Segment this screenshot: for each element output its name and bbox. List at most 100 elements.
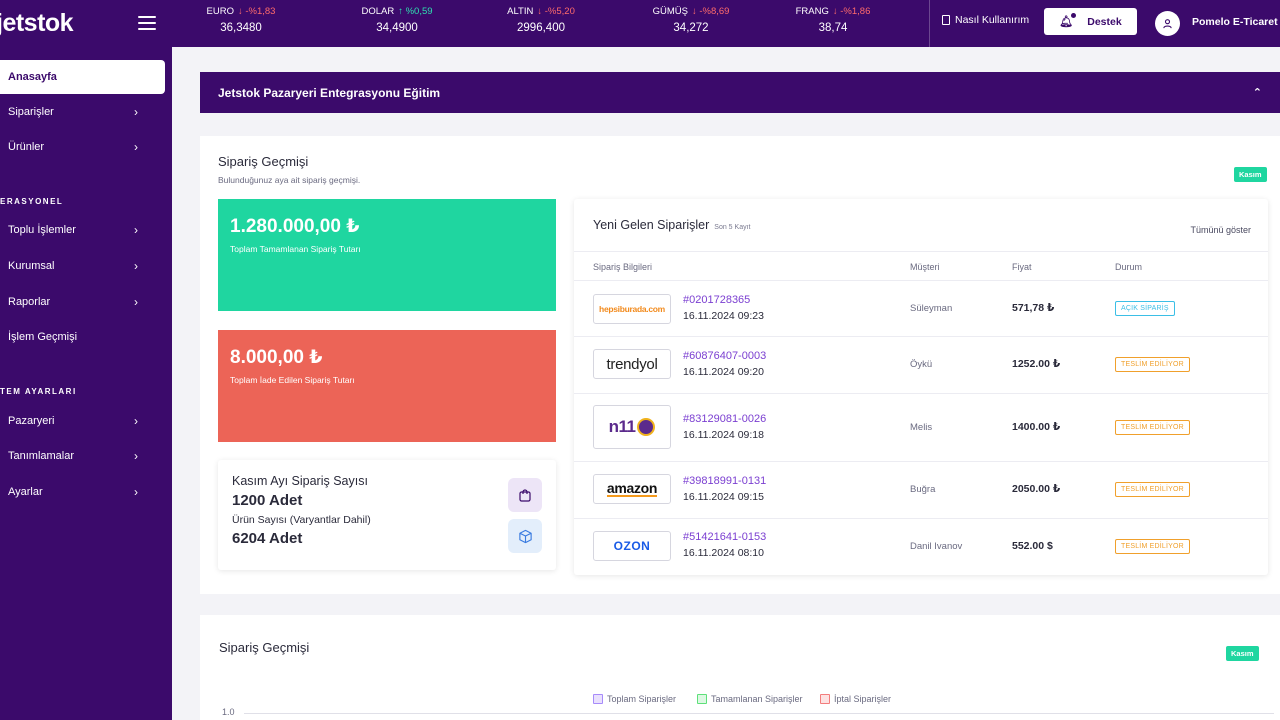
legend-swatch bbox=[697, 694, 707, 704]
order-number[interactable]: #51421641-0153 bbox=[683, 531, 766, 543]
user-name[interactable]: Pomelo E-Ticaret bbox=[1192, 16, 1278, 28]
new-orders-title: Yeni Gelen Siparişler bbox=[593, 218, 710, 232]
trendyol-logo: trendyol bbox=[593, 349, 671, 379]
ticker-altin: ALTIN ↓ -%5,20 2996,400 bbox=[486, 6, 596, 34]
completed-total-value: 1.280.000,00 ₺ bbox=[230, 216, 360, 237]
user-avatar-icon[interactable] bbox=[1155, 11, 1180, 36]
marketplace-logo-text: hepsiburada.com bbox=[599, 304, 665, 314]
legend-label: Toplam Siparişler bbox=[607, 694, 677, 704]
status-badge: TESLİM EDİLİYOR bbox=[1115, 539, 1190, 554]
legend-label: İptal Siparişler bbox=[834, 694, 892, 704]
topbar: EURO ↓ -%1,83 36,3480 DOLAR ↑ %0,59 34,490… bbox=[172, 0, 1280, 47]
order-price: 2050.00 ₺ bbox=[1012, 483, 1061, 495]
n11-mascot-icon bbox=[637, 418, 656, 436]
table-row[interactable]: amazon #39818991-0131 16.11.2024 09:15 B… bbox=[574, 462, 1268, 519]
ticker-value: 2996,400 bbox=[517, 22, 565, 34]
ticker-name: FRANG bbox=[795, 6, 829, 17]
sidebar-item-label: Ayarlar bbox=[8, 486, 43, 498]
hamburger-menu-icon[interactable] bbox=[138, 16, 156, 30]
chevron-right-icon: › bbox=[134, 485, 138, 499]
ticker-value: 34,4900 bbox=[376, 22, 418, 34]
product-count-label: Ürün Sayısı (Varyantlar Dahil) bbox=[232, 514, 371, 526]
order-history-subtitle: Bulunduğunuz aya ait sipariş geçmişi. bbox=[218, 175, 361, 185]
sidebar-item-anasayfa[interactable]: Anasayfa bbox=[0, 60, 165, 94]
order-price: 1400.00 ₺ bbox=[1012, 421, 1061, 433]
order-date: 16.11.2024 09:18 bbox=[683, 429, 764, 441]
order-number[interactable]: #83129081-0026 bbox=[683, 413, 766, 425]
ticker-change: ↓ -%8,69 bbox=[691, 6, 730, 17]
sidebar-item-ayarlar[interactable]: Ayarlar › bbox=[0, 480, 160, 504]
sidebar-item-urunler[interactable]: Ürünler › bbox=[0, 135, 160, 159]
refund-total-label: Toplam İade Edilen Sipariş Tutarı bbox=[230, 375, 355, 385]
chevron-up-icon[interactable]: ⌃ bbox=[1253, 86, 1262, 99]
column-header: Müşteri bbox=[910, 262, 940, 272]
legend-swatch bbox=[593, 694, 603, 704]
chart-gridline bbox=[244, 713, 1274, 714]
chevron-right-icon: › bbox=[134, 295, 138, 309]
chevron-right-icon: › bbox=[134, 449, 138, 463]
ticker-name: GÜMÜŞ bbox=[652, 6, 688, 17]
sidebar-item-raporlar[interactable]: Raporlar › bbox=[0, 290, 160, 314]
order-history-chart-card: Sipariş Geçmişi Kasım bbox=[200, 615, 1280, 720]
refund-total-card: 8.000,00 ₺ Toplam İade Edilen Sipariş Tu… bbox=[218, 330, 556, 442]
jetstok-logo[interactable]: jetstok bbox=[0, 9, 74, 38]
how-to-use-link[interactable]: Nasıl Kullanırım bbox=[942, 14, 1029, 26]
ticker-value: 34,272 bbox=[673, 22, 709, 34]
legend-item-cancelled[interactable]: İptal Siparişler bbox=[820, 694, 891, 704]
order-number[interactable]: #0201728365 bbox=[683, 294, 750, 306]
sidebar-item-tanimlamalar[interactable]: Tanımlamalar › bbox=[0, 444, 160, 468]
sidebar-item-toplu-islemler[interactable]: Toplu İşlemler › bbox=[0, 218, 160, 242]
sidebar-section-sistem-ayarlari: TEM AYARLARI bbox=[0, 387, 77, 396]
completed-total-label: Toplam Tamamlanan Sipariş Tutarı bbox=[230, 244, 361, 254]
sidebar-item-label: Kurumsal bbox=[8, 260, 55, 272]
training-banner[interactable]: Jetstok Pazaryeri Entegrasyonu Eğitim ⌃ bbox=[200, 72, 1280, 113]
sidebar-item-label: Pazaryeri bbox=[8, 415, 55, 427]
table-row[interactable]: hepsiburada.com #0201728365 16.11.2024 0… bbox=[574, 281, 1268, 337]
order-count-label: Kasım Ayı Sipariş Sayısı bbox=[232, 474, 368, 488]
customer-name: Süleyman bbox=[910, 303, 953, 314]
order-number[interactable]: #60876407-0003 bbox=[683, 350, 766, 362]
customer-name: Melis bbox=[910, 422, 933, 433]
support-button[interactable]: 🔔︎ Destek bbox=[1044, 8, 1137, 35]
month-badge[interactable]: Kasım bbox=[1234, 167, 1267, 182]
how-to-use-label: Nasıl Kullanırım bbox=[955, 14, 1030, 26]
chevron-right-icon: › bbox=[134, 105, 138, 119]
ticker-value: 38,74 bbox=[818, 22, 848, 34]
ozon-logo: OZON bbox=[593, 531, 671, 561]
order-date: 16.11.2024 09:15 bbox=[683, 491, 764, 503]
ticker-euro: EURO ↓ -%1,83 36,3480 bbox=[186, 6, 296, 34]
ticker-name: DOLAR bbox=[361, 6, 395, 17]
sidebar-item-islem-gecmisi[interactable]: İşlem Geçmişi bbox=[0, 325, 160, 349]
logo-row: jetstok bbox=[0, 0, 172, 46]
status-badge: TESLİM EDİLİYOR bbox=[1115, 420, 1190, 435]
table-row[interactable]: n11 #83129081-0026 16.11.2024 09:18 Meli… bbox=[574, 394, 1268, 462]
sidebar-item-label: İşlem Geçmişi bbox=[8, 331, 78, 343]
table-row[interactable]: OZON #51421641-0153 16.11.2024 08:10 Dan… bbox=[574, 519, 1268, 575]
chart-y-tick: 1.0 bbox=[222, 707, 235, 717]
sidebar-item-label: Siparişler bbox=[8, 106, 54, 118]
order-number[interactable]: #39818991-0131 bbox=[683, 475, 766, 487]
marketplace-logo-text: amazon bbox=[606, 480, 658, 497]
legend-item-total[interactable]: Toplam Siparişler bbox=[593, 694, 676, 704]
new-orders-header: Yeni Gelen Siparişler Son 5 Kayıt bbox=[593, 218, 750, 232]
order-count-card: Kasım Ayı Sipariş Sayısı 1200 Adet Ürün … bbox=[218, 460, 556, 570]
ticker-dolar: DOLAR ↑ %0,59 34,4900 bbox=[342, 6, 452, 34]
table-row[interactable]: trendyol #60876407-0003 16.11.2024 09:20… bbox=[574, 337, 1268, 394]
order-price: 552.00 $ bbox=[1012, 540, 1053, 552]
document-icon bbox=[942, 15, 950, 25]
sidebar-item-siparisler[interactable]: Siparişler › bbox=[0, 100, 160, 124]
chart-card-title: Sipariş Geçmişi bbox=[219, 640, 310, 655]
show-all-link[interactable]: Tümünü göster bbox=[1190, 225, 1251, 235]
chart-month-badge[interactable]: Kasım bbox=[1226, 646, 1259, 661]
ticker-change: ↓ -%1,86 bbox=[832, 6, 871, 17]
sidebar-item-label: Toplu İşlemler bbox=[8, 224, 76, 236]
sidebar-item-label: Tanımlamalar bbox=[8, 450, 75, 462]
legend-item-completed[interactable]: Tamamlanan Siparişler bbox=[697, 694, 803, 704]
column-header: Durum bbox=[1115, 262, 1143, 272]
sidebar-item-pazaryeri[interactable]: Pazaryeri › bbox=[0, 409, 160, 433]
sidebar-item-kurumsal[interactable]: Kurumsal › bbox=[0, 254, 160, 278]
ticker-name: EURO bbox=[206, 6, 234, 17]
topbar-divider bbox=[929, 0, 930, 47]
product-count-value: 6204 Adet bbox=[232, 530, 303, 547]
hepsiburada-logo: hepsiburada.com bbox=[593, 294, 671, 324]
